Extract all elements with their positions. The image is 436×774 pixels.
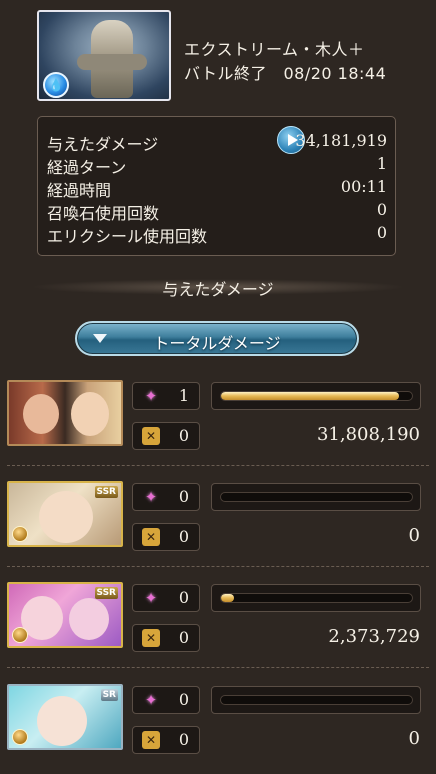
rarity-badge: SSR [94, 486, 118, 498]
stat-value: 0 [376, 200, 387, 219]
damage-value: 2,373,729 [328, 626, 420, 647]
damage-value: 31,808,190 [316, 424, 420, 445]
battle-stats-panel: 与えたダメージ 34,181,919 経過ターン 1 経過時間 00:11 召喚… [37, 116, 396, 256]
stat-damage: 与えたダメージ 34,181,919 [47, 126, 387, 154]
star-icon: ✦ [144, 387, 158, 405]
section-title: 与えたダメージ [162, 280, 274, 299]
star-icon: ✦ [144, 488, 158, 506]
battle-end-timestamp: バトル終了 08/20 18:44 [184, 64, 387, 83]
quest-title: エクストリーム・木人＋ [184, 40, 365, 59]
stat-label: エリクシール使用回数 [47, 227, 208, 246]
dropdown-label: トータルダメージ [153, 334, 281, 353]
earth-element-icon [12, 729, 28, 745]
stat-summon: 召喚石使用回数 0 [47, 200, 387, 223]
earth-element-icon [12, 627, 28, 643]
stat-elixir: エリクシール使用回数 0 [47, 223, 387, 246]
stat-value: 00:11 [340, 177, 387, 196]
character-row: SSR ✦ 0 ✕ 0 2,373,729 [0, 582, 436, 672]
stat-label: 与えたダメージ [47, 135, 159, 154]
rarity-badge: SSR [94, 587, 118, 599]
ability-count: ✦ 0 [132, 483, 200, 511]
ability-count: ✦ 0 [132, 686, 200, 714]
ougi-icon: ✕ [142, 629, 160, 647]
damage-value: 0 [408, 728, 420, 749]
character-portrait[interactable]: SSR [7, 582, 123, 648]
ougi-count-value: 0 [178, 426, 189, 445]
ougi-count-value: 0 [178, 730, 189, 749]
ability-count: ✦ 1 [132, 382, 200, 410]
stat-value: 34,181,919 [295, 131, 387, 150]
stat-time: 経過時間 00:11 [47, 177, 387, 200]
water-element-icon: 💧 [43, 72, 69, 98]
wooden-dummy-image [77, 20, 147, 98]
damage-bar [211, 584, 421, 612]
character-row: ✦ 1 ✕ 0 31,808,190 [0, 380, 436, 470]
damage-bar-fill [221, 392, 399, 400]
star-icon: ✦ [144, 589, 158, 607]
stat-label: 召喚石使用回数 [47, 204, 160, 223]
character-portrait[interactable] [7, 380, 123, 446]
damage-bar [211, 686, 421, 714]
character-portrait[interactable]: SR [7, 684, 123, 750]
stat-value: 1 [376, 154, 387, 173]
ability-count-value: 0 [178, 690, 189, 709]
rarity-badge: SR [100, 689, 118, 701]
ability-count-value: 1 [178, 386, 189, 405]
ougi-icon: ✕ [142, 528, 160, 546]
stat-label: 経過ターン [47, 158, 127, 177]
quest-thumbnail: 💧 [37, 10, 171, 101]
earth-element-icon [12, 526, 28, 542]
ability-count-value: 0 [178, 588, 189, 607]
damage-value: 0 [408, 525, 420, 546]
stat-label: 経過時間 [47, 181, 112, 200]
damage-bar-fill [221, 594, 235, 602]
ougi-count: ✕ 0 [132, 624, 200, 652]
ougi-count-value: 0 [178, 527, 189, 546]
row-divider [7, 566, 429, 567]
ougi-count: ✕ 0 [132, 523, 200, 551]
ougi-icon: ✕ [142, 731, 160, 749]
ougi-count-value: 0 [178, 628, 189, 647]
star-icon: ✦ [144, 691, 158, 709]
ougi-icon: ✕ [142, 427, 160, 445]
character-row: SR ✦ 0 ✕ 0 0 [0, 684, 436, 774]
ability-count: ✦ 0 [132, 584, 200, 612]
ougi-count: ✕ 0 [132, 726, 200, 754]
character-row: SSR ✦ 0 ✕ 0 0 [0, 481, 436, 571]
ougi-count: ✕ 0 [132, 422, 200, 450]
damage-bar [211, 382, 421, 410]
row-divider [7, 667, 429, 668]
damage-bar [211, 483, 421, 511]
total-damage-dropdown[interactable]: トータルダメージ [75, 321, 359, 356]
stat-turns: 経過ターン 1 [47, 154, 387, 177]
character-portrait[interactable]: SSR [7, 481, 123, 547]
ability-count-value: 0 [178, 487, 189, 506]
stat-value: 0 [376, 223, 387, 242]
row-divider [7, 465, 429, 466]
